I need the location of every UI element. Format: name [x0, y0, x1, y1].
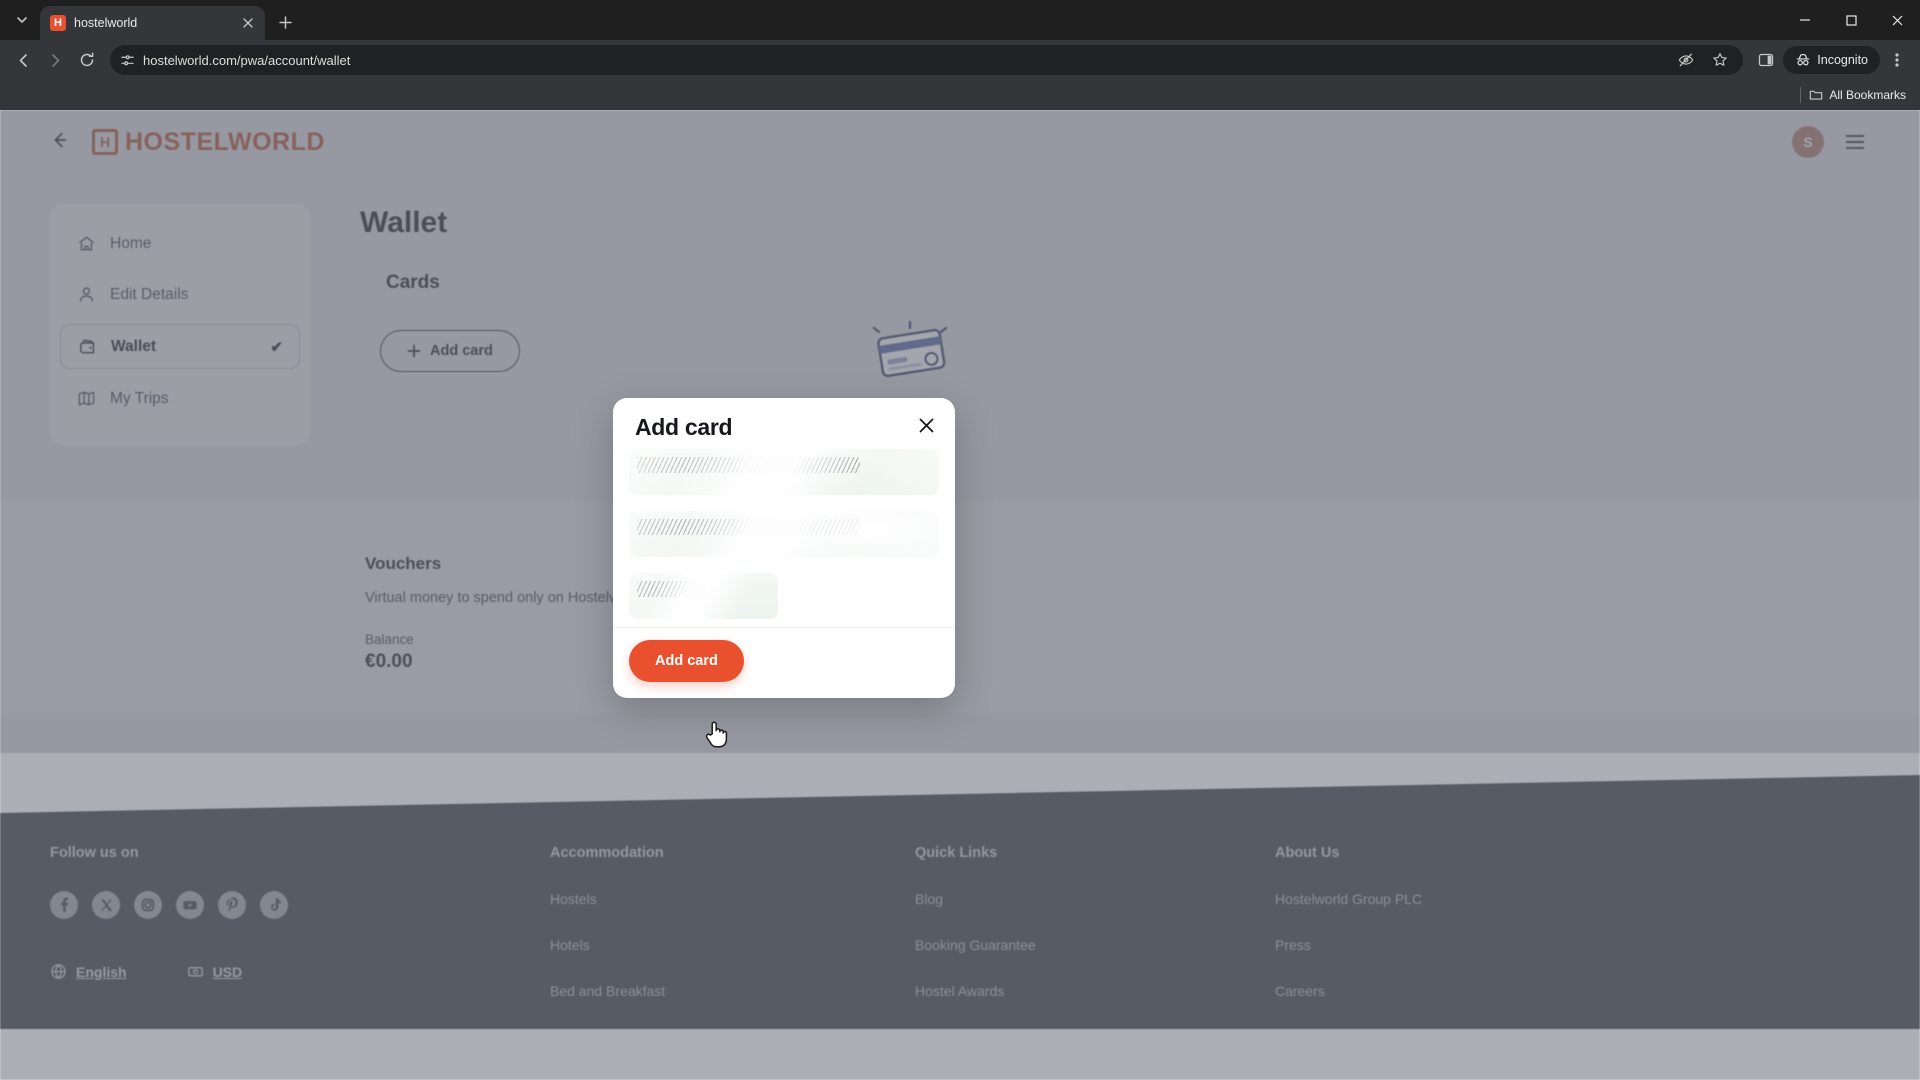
browser-toolbar: hostelworld.com/pwa/account/wallet Incog… [0, 40, 1920, 80]
side-panel-icon[interactable] [1751, 45, 1781, 75]
close-window-button[interactable] [1874, 0, 1920, 40]
maximize-button[interactable] [1828, 0, 1874, 40]
skeleton-shimmer [629, 573, 778, 619]
forward-arrow-icon [40, 45, 70, 75]
page-viewport: H HOSTELWORLD S Home Edit Details Wallet… [0, 110, 1920, 1080]
site-settings-icon[interactable] [120, 53, 135, 68]
tab-title: hostelworld [74, 16, 138, 30]
url-text: hostelworld.com/pwa/account/wallet [143, 52, 351, 68]
add-card-modal: Add card Add card [613, 398, 955, 698]
modal-header: Add card [613, 398, 955, 445]
window-controls [1782, 0, 1920, 40]
close-icon[interactable] [239, 14, 257, 32]
incognito-indicator[interactable]: Incognito [1783, 46, 1880, 74]
skeleton-shimmer [629, 449, 939, 495]
reload-icon[interactable] [72, 45, 102, 75]
loading-skeleton [629, 449, 939, 627]
browser-window: H hostelworld hostelworld.com/pwa/accoun… [0, 0, 1920, 1080]
bookmarks-bar: All Bookmarks [0, 80, 1920, 110]
skeleton-field [629, 449, 939, 495]
skeleton-field [629, 573, 778, 619]
incognito-icon [1795, 52, 1811, 68]
three-dot-menu-icon[interactable] [1882, 45, 1912, 75]
all-bookmarks-label: All Bookmarks [1829, 88, 1906, 102]
skeleton-shimmer [629, 511, 939, 557]
modal-title: Add card [635, 414, 733, 440]
modal-overlay: Add card Add card [0, 110, 1920, 1080]
divider [1800, 87, 1802, 103]
address-bar[interactable]: hostelworld.com/pwa/account/wallet [110, 45, 1744, 75]
browser-tab[interactable]: H hostelworld [40, 6, 265, 40]
minimize-button[interactable] [1782, 0, 1828, 40]
back-arrow-icon[interactable] [8, 45, 38, 75]
close-icon[interactable] [915, 414, 937, 436]
modal-footer: Add card [613, 627, 955, 698]
submit-add-card-button[interactable]: Add card [629, 640, 744, 682]
new-tab-button[interactable] [271, 8, 299, 36]
all-bookmarks-button[interactable]: All Bookmarks [1809, 88, 1906, 102]
star-icon[interactable] [1705, 45, 1735, 75]
eye-off-icon[interactable] [1671, 45, 1701, 75]
tab-favicon: H [50, 15, 66, 31]
incognito-label: Incognito [1817, 53, 1868, 67]
modal-body-loading [613, 445, 955, 627]
folder-icon [1809, 88, 1823, 102]
tab-strip: H hostelworld [0, 0, 1920, 40]
tab-search-icon[interactable] [8, 6, 36, 34]
skeleton-field [629, 511, 939, 557]
